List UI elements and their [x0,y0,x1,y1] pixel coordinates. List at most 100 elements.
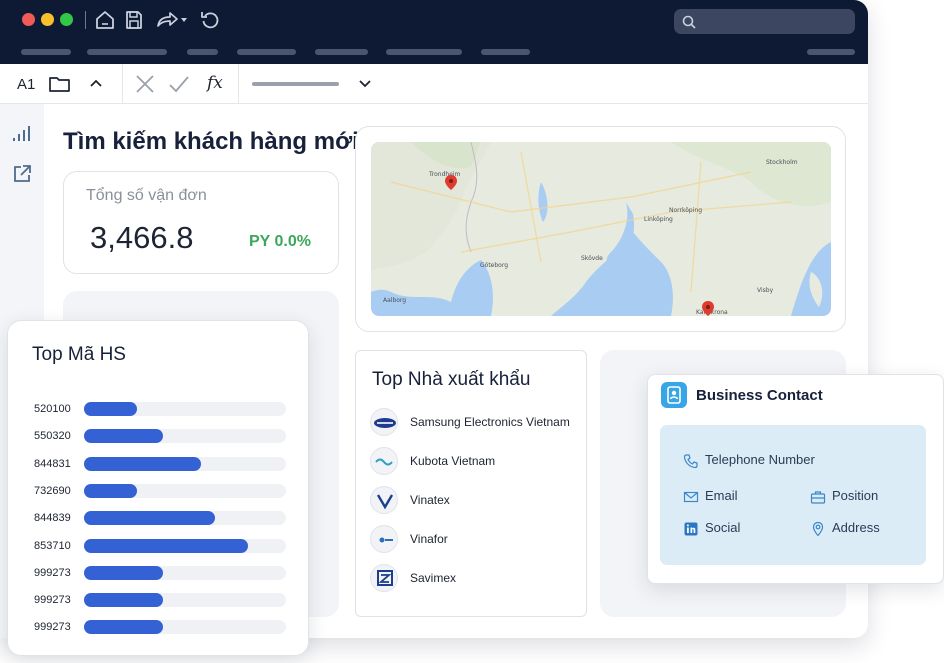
kpi-card: Tổng số vận đơn 3,466.8 PY 0.0% [63,171,339,274]
chevron-up-icon[interactable] [88,76,104,95]
external-link-icon[interactable] [12,164,32,189]
kpi-delta: PY 0.0% [249,233,311,250]
function-icon[interactable]: fx [207,73,223,93]
hs-code: 853710 [34,539,71,552]
hs-code: 999273 [34,621,71,634]
menu-item[interactable] [386,49,462,55]
hs-code: 999273 [34,566,71,579]
map-label: Visby [757,287,774,294]
hs-bar-track [84,402,286,416]
vinatex-logo-icon [370,486,398,514]
samsung-logo-icon [370,408,398,436]
map-label: Trondheim [428,171,461,178]
menu-item[interactable] [21,49,71,55]
exporter-name: Kubota Vietnam [410,454,496,468]
menu-item[interactable] [187,49,218,55]
title-bar [0,0,868,64]
menu-item[interactable] [87,49,167,55]
exporter-name: Samsung Electronics Vietnam [410,415,570,429]
search-input[interactable] [674,9,855,34]
hs-bar-track [84,565,286,580]
hs-row[interactable]: 520100 [34,402,288,416]
formula-bar: A1 fx [0,64,868,104]
hs-bar-track [84,620,286,635]
hs-code: 550320 [34,430,71,443]
top-hs-card: Top Mã HS 520100 550320 844831 732690 844839… [7,320,309,656]
hs-row[interactable]: 853710 [34,538,288,553]
location-pin-icon [812,521,824,537]
card-title: Top Mã HS [32,344,126,365]
briefcase-icon [810,491,826,504]
hs-code: 999273 [34,594,71,607]
top-exporters-card: Top Nhà xuất khẩu Samsung Electronics Vi… [355,350,587,617]
hs-bar [84,456,201,471]
hs-row[interactable]: 999273 [34,565,288,580]
close-window-button[interactable] [22,13,35,26]
linkedin-icon [684,522,698,536]
hs-bar [84,402,137,416]
exporter-name: Vinafor [410,532,448,546]
folder-icon[interactable] [48,73,72,100]
hs-bar-track [84,538,286,553]
hs-bar [84,593,163,608]
formula-input[interactable] [252,82,339,86]
map-label: Aalborg [383,297,406,304]
cell-reference[interactable]: A1 [17,76,35,93]
hs-code: 732690 [34,484,71,497]
map-card: Trondheim Stockholm Norrköping Linköping… [355,126,846,332]
chevron-down-icon[interactable] [357,77,373,95]
hs-bar-track [84,429,286,444]
hs-row[interactable]: 732690 [34,483,288,498]
hs-row[interactable]: 550320 [34,429,288,444]
map-label: Norrköping [669,207,702,214]
card-title: Business Contact [696,387,823,404]
cancel-icon[interactable] [135,74,155,99]
map-label: Skövde [581,255,603,262]
hs-bar [84,511,215,526]
confirm-icon[interactable] [168,74,190,99]
page-title: Tìm kiếm khách hàng mới [63,128,359,155]
hs-bar-track [84,456,286,471]
field-label: Position [832,488,879,503]
hs-code: 520100 [34,403,71,415]
kpi-value: 3,466.8 [90,220,194,255]
menu-item[interactable] [237,49,296,55]
maximize-window-button[interactable] [60,13,73,26]
card-title: Top Nhà xuất khẩu [372,369,531,390]
hs-bar-track [84,511,286,526]
formula-divider [238,64,239,104]
hs-row[interactable]: 999273 [34,593,288,608]
menu-item[interactable] [807,49,855,55]
phone-icon [683,454,698,469]
field-label: Address [832,520,880,535]
hs-row[interactable]: 999273 [34,620,288,635]
savimex-logo-icon [370,564,398,592]
map-label: Stockholm [766,159,798,166]
business-contact-card: Business Contact Telephone Number Email … [647,374,944,584]
hs-code: 844839 [34,512,71,525]
menu-item[interactable] [315,49,368,55]
contact-book-icon [661,382,687,408]
toolbar-divider [85,11,86,29]
hs-bar [84,565,163,580]
map[interactable]: Trondheim Stockholm Norrköping Linköping… [371,142,831,316]
map-label: Linköping [644,216,673,223]
kubota-logo-icon [370,447,398,475]
chart-icon[interactable] [12,124,32,149]
hs-bar-track [84,483,286,498]
exporter-name: Vinatex [410,493,450,507]
share-icon[interactable] [155,9,189,31]
menu-item[interactable] [481,49,530,55]
refresh-icon[interactable] [200,9,220,31]
minimize-window-button[interactable] [41,13,54,26]
home-icon[interactable] [95,9,115,31]
hs-bar [84,538,248,553]
save-icon[interactable] [124,9,144,31]
email-icon [683,491,699,503]
vinafor-logo-icon [370,525,398,553]
map-label: Göteborg [480,262,508,269]
hs-bar [84,620,163,635]
hs-row[interactable]: 844831 [34,456,288,471]
field-label: Social [705,520,741,535]
hs-row[interactable]: 844839 [34,511,288,526]
